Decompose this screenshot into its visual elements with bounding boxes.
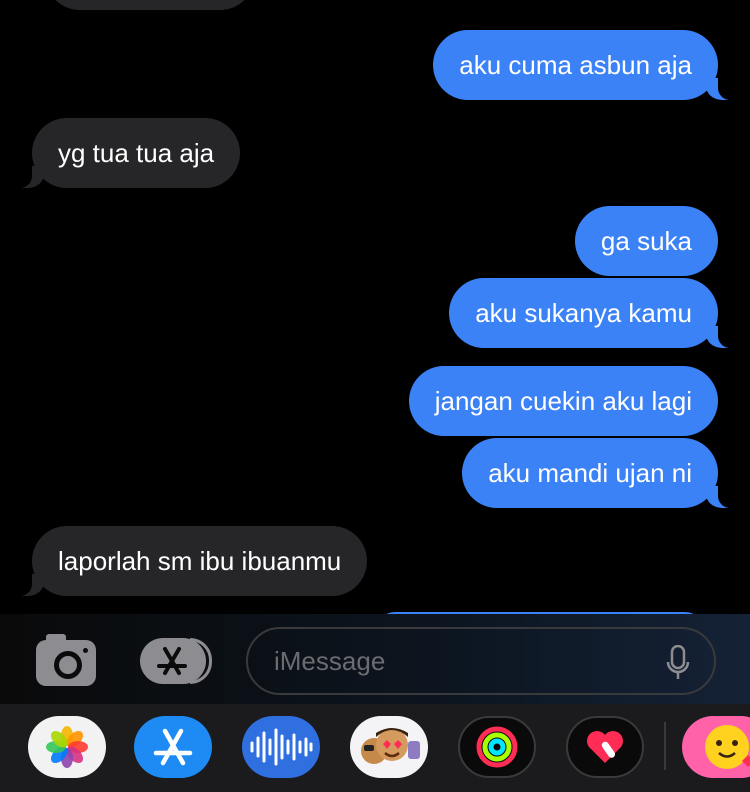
message-text: ga suka: [600, 226, 692, 256]
audio-message-app-button[interactable]: [242, 716, 320, 778]
message-input[interactable]: iMessage: [246, 627, 716, 695]
message-bubble-sent[interactable]: ga suka: [574, 206, 718, 276]
app-store-icon: [157, 647, 187, 675]
message-bubble-sent[interactable]: aku sukanya kamu: [449, 278, 742, 348]
tray-divider: [664, 722, 666, 770]
message-text: aku cuma asbun aja: [459, 50, 692, 80]
message-text: aku mandi ujan ni: [488, 458, 692, 488]
partial-received-bubble: [45, 0, 255, 10]
digital-touch-app-button[interactable]: [566, 716, 644, 778]
apps-button[interactable]: [140, 638, 212, 684]
app-store-app-button[interactable]: [134, 716, 212, 778]
audio-message-icon: [250, 728, 313, 766]
microphone-icon[interactable]: [666, 645, 690, 681]
sticker-app-button[interactable]: [682, 716, 750, 778]
memoji-icon: [361, 728, 420, 764]
message-bubble-received[interactable]: yg tua tua aja: [7, 118, 241, 188]
digital-touch-icon: [587, 731, 623, 763]
message-text: aku sukanya kamu: [475, 298, 692, 328]
message-input-placeholder: iMessage: [274, 646, 386, 676]
message-bubble-sent[interactable]: jangan cuekin aku lagi: [408, 366, 718, 436]
activity-icon: [476, 726, 518, 768]
photos-app-button[interactable]: [28, 716, 106, 778]
message-bubble-sent[interactable]: aku mandi ujan ni: [462, 438, 742, 508]
message-bubble-sent[interactable]: aku cuma asbun aja: [433, 30, 742, 100]
app-store-icon: [153, 728, 193, 766]
photos-icon: [46, 726, 88, 768]
camera-button[interactable]: [36, 634, 96, 686]
message-bubble-received[interactable]: laporlah sm ibu ibuanmu: [7, 526, 368, 596]
message-text: yg tua tua aja: [58, 138, 215, 168]
message-text: jangan cuekin aku lagi: [434, 386, 692, 416]
activity-app-button[interactable]: [458, 716, 536, 778]
message-text: laporlah sm ibu ibuanmu: [58, 546, 342, 576]
memoji-app-button[interactable]: [350, 716, 428, 778]
camera-icon: [46, 634, 66, 642]
sticker-icon: [705, 725, 750, 769]
